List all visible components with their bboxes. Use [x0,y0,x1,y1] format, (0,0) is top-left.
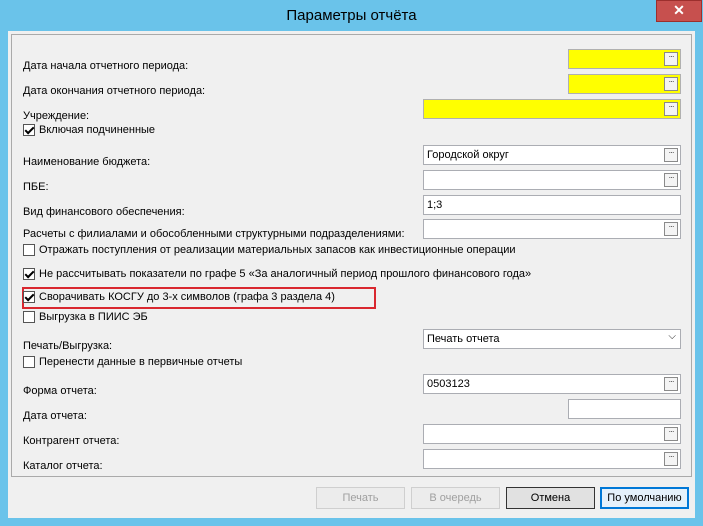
collapse-kosgu-label: Сворачивать КОСГУ до 3-х символов (графа… [39,291,335,303]
counterparty-label: Контрагент отчета: [23,435,120,447]
queue-button[interactable]: В очередь [411,487,500,509]
pbe-field[interactable]: ··· [423,170,681,190]
export-piis-label: Выгрузка в ПИИС ЭБ [39,311,148,323]
catalog-label: Каталог отчета: [23,460,103,472]
cancel-button[interactable]: Отмена [506,487,595,509]
budget-name-label: Наименование бюджета: [23,156,151,168]
reflect-receipts-checkbox[interactable]: Отражать поступления от реализации матер… [23,244,516,256]
export-piis-check-icon[interactable] [23,311,35,323]
catalog-field[interactable]: ··· [423,449,681,469]
period-end-label: Дата окончания отчетного периода: [23,85,206,97]
parameters-panel: Дата начала отчетного периода: ··· Дата … [11,34,692,477]
reflect-receipts-label: Отражать поступления от реализации матер… [39,244,516,256]
chevron-down-icon[interactable]: ⌵ [668,331,676,342]
period-start-picker-button[interactable]: ··· [664,52,678,66]
report-form-field[interactable]: 0503123 ··· [423,374,681,394]
institution-picker-button[interactable]: ··· [664,102,678,116]
include-subordinate-checkbox[interactable]: Включая подчиненные [23,124,155,136]
include-subordinate-check-icon[interactable] [23,124,35,136]
dialog-client-area: Дата начала отчетного периода: ··· Дата … [8,31,695,518]
period-end-picker-button[interactable]: ··· [664,77,678,91]
report-date-field[interactable] [568,399,681,419]
branches-picker-button[interactable]: ··· [664,222,678,236]
catalog-picker-button[interactable]: ··· [664,452,678,466]
no-calc-col5-label: Не рассчитывать показатели по графе 5 «З… [39,268,532,280]
print-button[interactable]: Печать [316,487,405,509]
transfer-primary-check-icon[interactable] [23,356,35,368]
period-start-label: Дата начала отчетного периода: [23,60,189,72]
no-calc-col5-check-icon[interactable] [23,268,35,280]
print-export-label: Печать/Выгрузка: [23,340,113,352]
export-piis-checkbox[interactable]: Выгрузка в ПИИС ЭБ [23,311,148,323]
report-form-label: Форма отчета: [23,385,97,397]
period-end-field[interactable]: ··· [568,74,681,94]
title-bar[interactable]: Параметры отчёта ✕ [0,0,703,32]
period-start-field[interactable]: ··· [568,49,681,69]
panel-scroll-area [683,35,691,476]
funding-type-field[interactable]: 1;3 [423,195,681,215]
close-button[interactable]: ✕ [656,0,702,22]
branches-label: Расчеты с филиалами и обособленными стру… [23,228,405,240]
counterparty-picker-button[interactable]: ··· [664,427,678,441]
report-date-label: Дата отчета: [23,410,87,422]
budget-name-value: Городской округ [427,149,509,161]
counterparty-field[interactable]: ··· [423,424,681,444]
budget-name-field[interactable]: Городской округ ··· [423,145,681,165]
pbe-picker-button[interactable]: ··· [664,173,678,187]
reflect-receipts-check-icon[interactable] [23,244,35,256]
pbe-label: ПБЕ: [23,181,49,193]
institution-label: Учреждение: [23,110,90,122]
window-title: Параметры отчёта [286,7,417,24]
collapse-kosgu-check-icon[interactable] [23,291,35,303]
include-subordinate-label: Включая подчиненные [39,124,156,136]
print-export-select[interactable]: Печать отчета ⌵ [423,329,681,349]
report-form-picker-button[interactable]: ··· [664,377,678,391]
funding-type-label: Вид финансового обеспечения: [23,206,185,218]
branches-field[interactable]: ··· [423,219,681,239]
report-parameters-dialog: Параметры отчёта ✕ Дата начала отчетного… [0,0,703,526]
report-form-value: 0503123 [427,378,470,390]
no-calc-col5-checkbox[interactable]: Не рассчитывать показатели по графе 5 «З… [23,268,531,280]
default-button[interactable]: По умолчанию [600,487,689,509]
transfer-primary-label: Перенести данные в первичные отчеты [39,356,243,368]
budget-name-picker-button[interactable]: ··· [664,148,678,162]
collapse-kosgu-checkbox[interactable]: Сворачивать КОСГУ до 3-х символов (графа… [23,291,335,303]
print-export-value: Печать отчета [427,333,500,345]
institution-field[interactable]: ··· [423,99,681,119]
transfer-primary-checkbox[interactable]: Перенести данные в первичные отчеты [23,356,242,368]
funding-type-value: 1;3 [427,199,443,211]
